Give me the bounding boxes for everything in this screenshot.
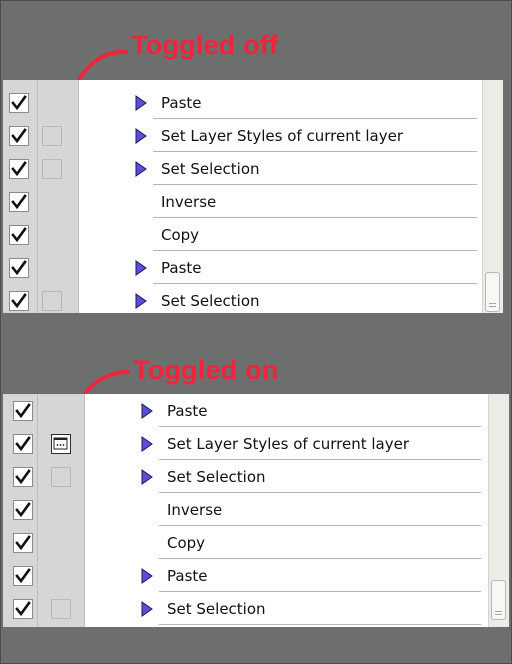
- action-row[interactable]: Set Selection: [3, 593, 509, 626]
- toggle-item-checkbox[interactable]: [13, 500, 33, 520]
- toggle-item-checkbox[interactable]: [9, 126, 29, 146]
- action-label: Paste: [159, 395, 481, 427]
- action-row[interactable]: Set Selection: [3, 461, 509, 494]
- toggle-item-checkbox[interactable]: [9, 225, 29, 245]
- action-label: Paste: [153, 87, 477, 119]
- action-row[interactable]: Inverse: [3, 494, 509, 527]
- expand-triangle-icon[interactable]: [135, 128, 147, 144]
- action-label: Set Selection: [159, 461, 481, 493]
- toggle-item-checkbox[interactable]: [9, 192, 29, 212]
- action-label: Set Layer Styles of current layer: [159, 428, 481, 460]
- action-label: Paste: [159, 560, 481, 592]
- expand-triangle-icon[interactable]: [141, 436, 153, 452]
- expand-triangle-icon[interactable]: [141, 403, 153, 419]
- dialog-off-box[interactable]: [42, 159, 62, 179]
- toggle-item-checkbox[interactable]: [13, 566, 33, 586]
- toggle-item-checkbox[interactable]: [9, 291, 29, 311]
- toggle-item-checkbox[interactable]: [13, 599, 33, 619]
- expand-triangle-icon[interactable]: [141, 601, 153, 617]
- dialog-off-box[interactable]: [42, 126, 62, 146]
- action-label: Set Layer Styles of current layer: [153, 120, 477, 152]
- action-label: Inverse: [159, 494, 481, 526]
- action-label: Set Selection: [153, 285, 477, 313]
- action-row[interactable]: Inverse: [3, 186, 503, 219]
- action-label: Set Selection: [159, 593, 481, 625]
- callout-toggled-on: Toggled on: [133, 355, 279, 385]
- callout-toggled-off: Toggled off: [131, 30, 279, 60]
- toggle-item-checkbox[interactable]: [13, 401, 33, 421]
- action-label: Paste: [153, 252, 477, 284]
- actions-panel-toggled-off: Paste Set Layer Styles of current layer Se…: [3, 80, 503, 313]
- action-label: Copy: [153, 219, 477, 251]
- expand-triangle-icon[interactable]: [135, 260, 147, 276]
- action-row[interactable]: Set Layer Styles of current layer: [3, 428, 509, 461]
- action-row[interactable]: Paste: [3, 395, 509, 428]
- expand-triangle-icon[interactable]: [135, 161, 147, 177]
- dialog-off-box[interactable]: [51, 599, 71, 619]
- action-label: Inverse: [153, 186, 477, 218]
- action-row[interactable]: Paste: [3, 87, 503, 120]
- action-row[interactable]: Set Selection: [3, 153, 503, 186]
- toggle-item-checkbox[interactable]: [13, 434, 33, 454]
- action-row[interactable]: Paste: [3, 252, 503, 285]
- toggle-item-checkbox[interactable]: [9, 93, 29, 113]
- action-row[interactable]: Copy: [3, 527, 509, 560]
- action-row[interactable]: Set Selection: [3, 285, 503, 313]
- expand-triangle-icon[interactable]: [135, 293, 147, 309]
- toggle-item-checkbox[interactable]: [13, 467, 33, 487]
- expand-triangle-icon[interactable]: [141, 568, 153, 584]
- action-row[interactable]: Paste: [3, 560, 509, 593]
- actions-panel-toggled-on: Paste Set Layer Styles of current layer Se…: [3, 394, 509, 627]
- action-label: Copy: [159, 527, 481, 559]
- action-label: Set Selection: [153, 153, 477, 185]
- action-row[interactable]: Copy: [3, 219, 503, 252]
- dialog-off-box[interactable]: [51, 467, 71, 487]
- toggle-item-checkbox[interactable]: [9, 159, 29, 179]
- dialog-off-box[interactable]: [42, 291, 62, 311]
- expand-triangle-icon[interactable]: [135, 95, 147, 111]
- toggle-item-checkbox[interactable]: [9, 258, 29, 278]
- dialog-on-icon[interactable]: [51, 434, 71, 454]
- toggle-item-checkbox[interactable]: [13, 533, 33, 553]
- action-row[interactable]: Set Layer Styles of current layer: [3, 120, 503, 153]
- expand-triangle-icon[interactable]: [141, 469, 153, 485]
